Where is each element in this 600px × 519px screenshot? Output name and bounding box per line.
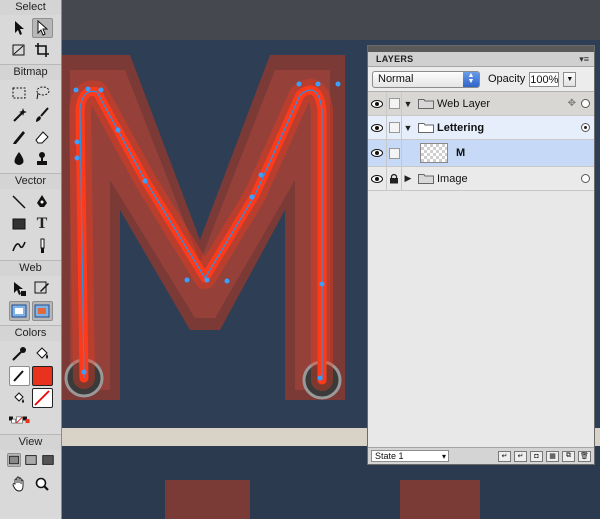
folder-icon [418, 99, 434, 109]
folder-icon [418, 123, 434, 133]
hotspot-tool-icon[interactable] [9, 279, 30, 299]
layers-panel: LAYERS ▾≡ Normal ▲ ▼ Opacity 100% ▼ ▼ Web… [367, 45, 595, 465]
layer-row-image[interactable]: ▶ Image [368, 167, 594, 191]
expand-triangle-icon[interactable]: ▼ [402, 99, 414, 109]
select-arrows-icon: ▲ ▼ [463, 71, 479, 87]
pointer-tool-icon[interactable] [9, 18, 30, 38]
eyedropper-tool-icon[interactable] [9, 344, 30, 364]
marquee-tool-icon[interactable] [9, 83, 30, 103]
full-screen-mode-icon[interactable] [41, 453, 55, 467]
standard-screen-mode-icon[interactable] [6, 453, 21, 467]
hide-slices-icon[interactable] [8, 301, 30, 321]
panel-options-menu-icon[interactable]: ▾≡ [579, 54, 589, 65]
tools-panel: Select Bitmap Vector T Web Colors View [0, 0, 62, 519]
paint-bucket-tool-icon[interactable] [32, 344, 53, 364]
layer-row-web-layer[interactable]: ▼ Web Layer ✥ [368, 92, 594, 116]
lock-toggle[interactable] [387, 116, 402, 139]
folder-icon [418, 174, 434, 184]
rubber-stamp-tool-icon[interactable] [32, 149, 53, 169]
lasso-tool-icon[interactable] [32, 83, 53, 103]
subselection-tool-icon[interactable] [31, 18, 53, 38]
expand-triangle-icon[interactable]: ▼ [402, 123, 414, 133]
maximized-screen-mode-icon[interactable] [24, 453, 38, 467]
eye-icon[interactable] [368, 92, 387, 115]
tools-section-web-title: Web [0, 260, 61, 276]
layer-name: Lettering [437, 121, 485, 134]
layer-name: Web Layer [437, 97, 490, 110]
eye-icon[interactable] [368, 140, 387, 166]
new-bitmap-image-icon[interactable]: ▦ [546, 450, 559, 462]
blend-mode-select[interactable]: Normal ▲ ▼ [372, 70, 480, 88]
tools-section-view-title: View [0, 434, 61, 450]
add-mask-icon[interactable]: ◘ [530, 450, 543, 462]
layers-tab-bar: LAYERS ▾≡ [368, 52, 594, 67]
crop-tool-icon[interactable] [32, 40, 53, 60]
eye-icon[interactable] [368, 167, 387, 190]
layer-row-lettering[interactable]: ▼ Lettering [368, 116, 594, 140]
opacity-field[interactable]: 100% [529, 71, 560, 87]
layer-share-radio[interactable] [581, 123, 590, 132]
lock-toggle[interactable] [387, 140, 402, 166]
opacity-label: Opacity [488, 73, 526, 85]
pen-tool-icon[interactable] [32, 192, 53, 212]
lock-icon[interactable] [387, 167, 402, 190]
show-slices-icon[interactable] [31, 301, 53, 321]
layer-share-radio[interactable] [581, 99, 590, 108]
object-thumbnail [420, 143, 448, 163]
state-select[interactable]: State 1 [371, 450, 449, 462]
brush-tool-icon[interactable] [32, 105, 53, 125]
new-sub-layer-icon[interactable]: ↵ [498, 450, 511, 462]
tools-section-select-title: Select [0, 0, 61, 15]
text-tool-icon[interactable]: T [32, 214, 53, 234]
new-layer-icon[interactable]: ↵ [514, 450, 527, 462]
layers-controls: Normal ▲ ▼ Opacity 100% ▼ [368, 67, 594, 92]
collapse-triangle-icon[interactable]: ▶ [402, 173, 414, 184]
default-colors-icon[interactable] [8, 410, 30, 430]
tools-section-colors-title: Colors [0, 325, 61, 341]
pencil-tool-icon[interactable] [9, 127, 30, 147]
layer-share-radio[interactable] [581, 174, 590, 183]
eye-icon[interactable] [368, 116, 387, 139]
delete-layer-trash-icon[interactable]: 🗑 [578, 450, 591, 462]
rectangle-tool-icon[interactable] [9, 214, 30, 234]
lock-toggle[interactable] [387, 92, 402, 115]
text-tool-glyph: T [36, 215, 48, 232]
blur-tool-icon[interactable] [9, 149, 30, 169]
knife-tool-icon[interactable] [32, 236, 53, 256]
zoom-tool-icon[interactable] [32, 474, 53, 494]
blend-mode-value: Normal [378, 73, 414, 85]
layer-name: Image [437, 172, 468, 185]
fill-bucket-icon[interactable] [9, 388, 30, 408]
move-icon: ✥ [567, 98, 576, 109]
hand-tool-icon[interactable] [9, 474, 30, 494]
tools-section-vector-title: Vector [0, 173, 61, 189]
slice-tool-icon[interactable] [32, 279, 53, 299]
layers-bottom-bar: State 1 ↵ ↵ ◘ ▦ ⧉ 🗑 [368, 447, 594, 464]
layers-tab[interactable]: LAYERS [368, 54, 421, 64]
eraser-tool-icon[interactable] [32, 127, 53, 147]
no-fill-swatch[interactable] [31, 388, 53, 408]
scale-tool-icon[interactable] [9, 40, 30, 60]
line-tool-icon[interactable] [9, 192, 30, 212]
layer-name: M [456, 147, 466, 159]
duplicate-layer-icon[interactable]: ⧉ [562, 450, 575, 462]
layer-row-m-object[interactable]: M [368, 140, 594, 167]
tools-section-bitmap-title: Bitmap [0, 64, 61, 80]
stroke-color-icon[interactable] [8, 366, 30, 386]
fill-color-swatch[interactable] [31, 366, 53, 386]
freeform-tool-icon[interactable] [9, 236, 30, 256]
opacity-slider-toggle-icon[interactable]: ▼ [563, 71, 577, 87]
magic-wand-tool-icon[interactable] [9, 105, 30, 125]
